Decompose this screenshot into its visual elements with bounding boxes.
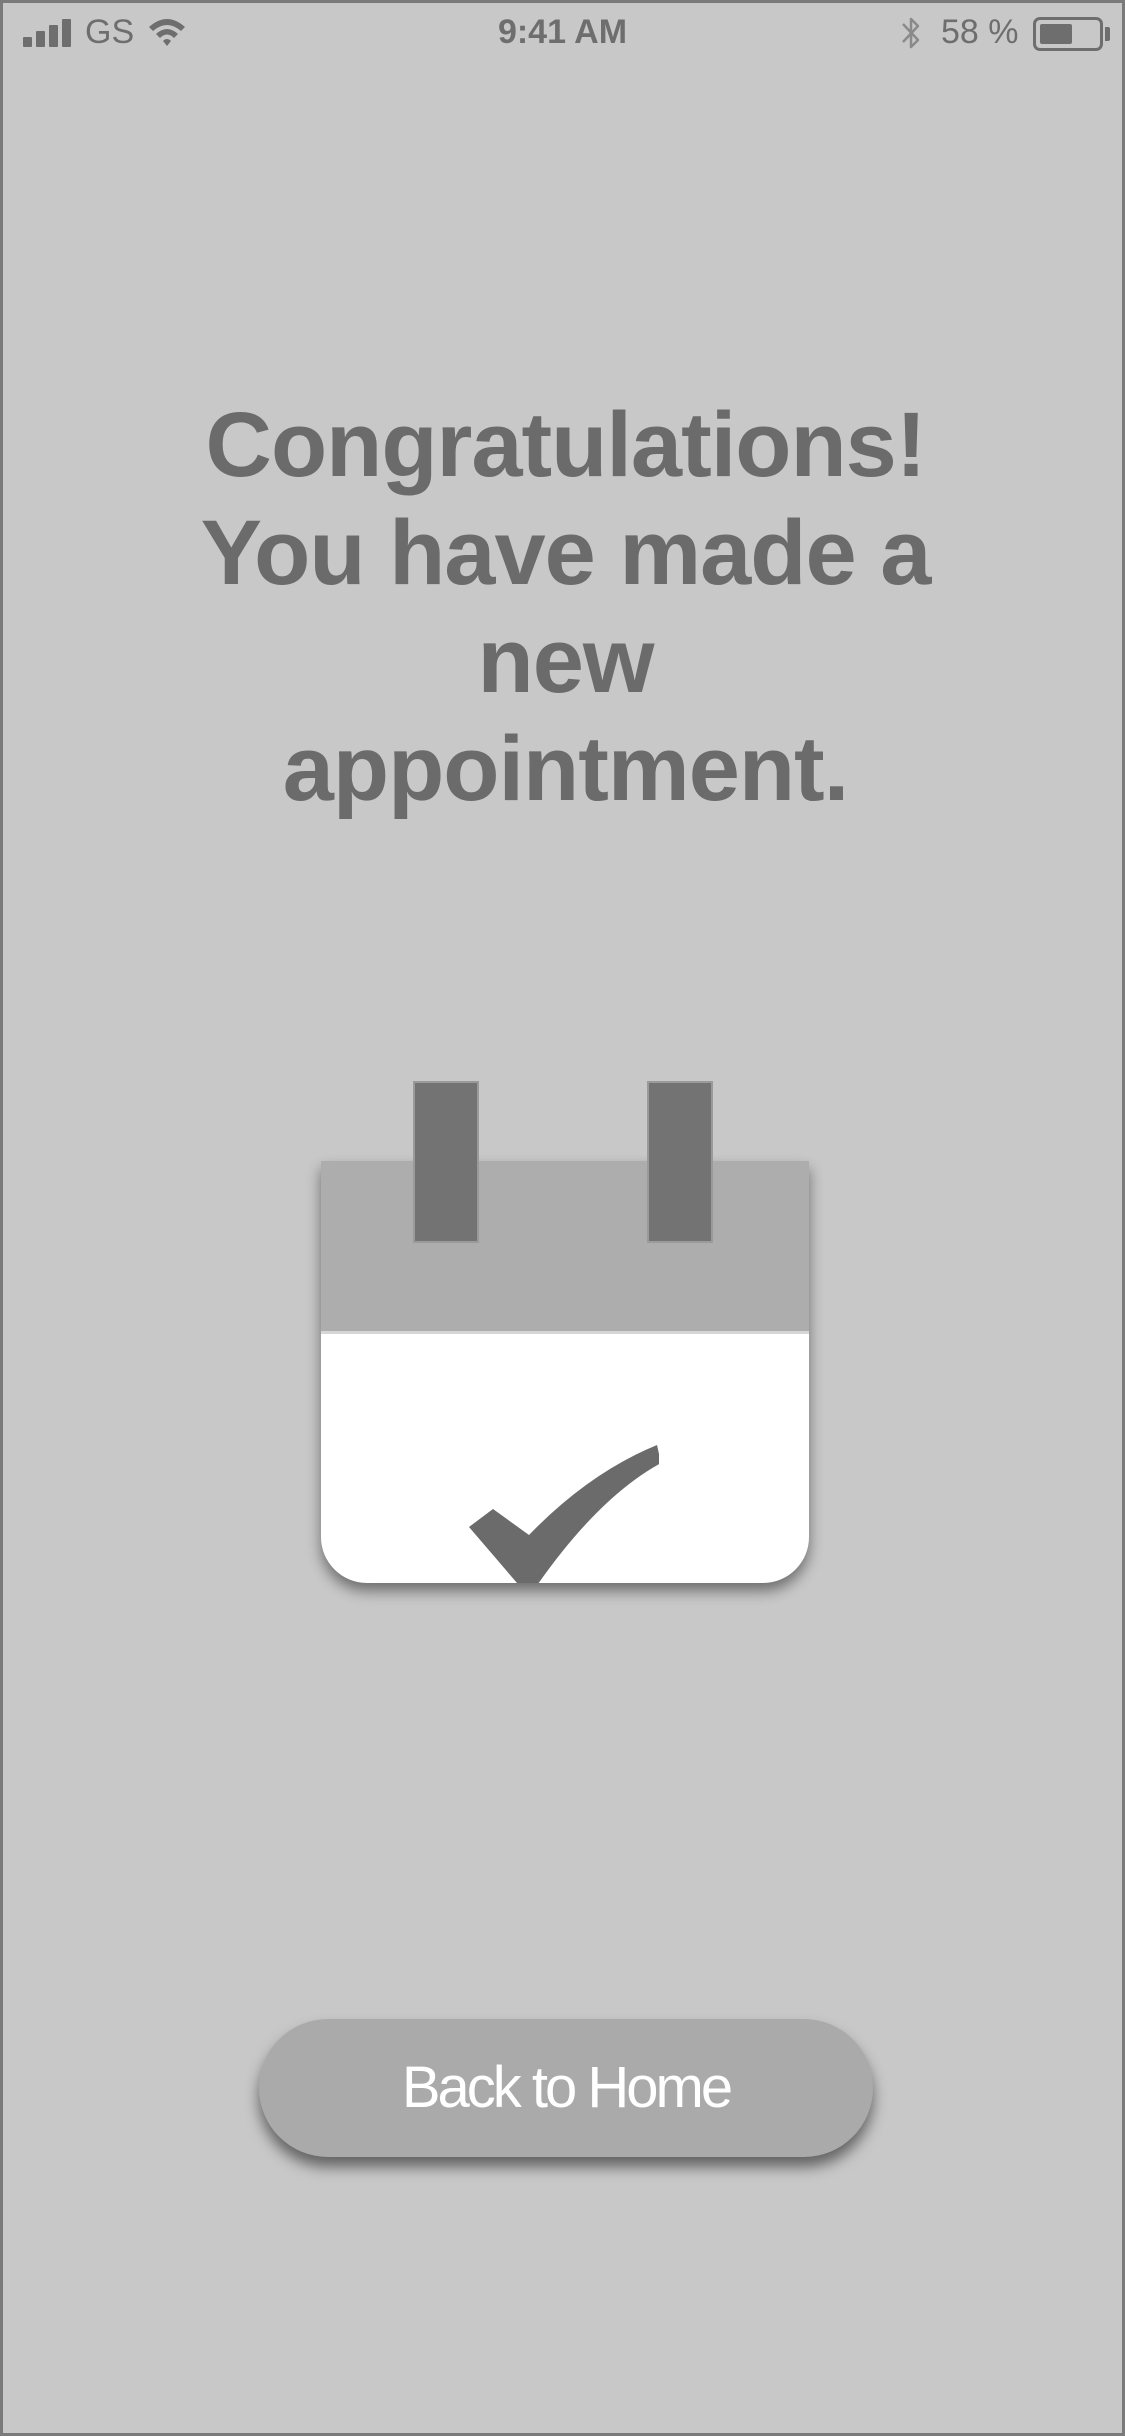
checkmark-icon [469, 1445, 659, 1583]
calendar-check-icon [321, 1081, 809, 1583]
battery-percent: 58 % [941, 13, 1019, 51]
calendar-header [321, 1161, 809, 1334]
confirmation-line-3: new [477, 610, 655, 712]
back-to-home-button[interactable]: Back to Home [259, 2019, 873, 2157]
confirmation-line-2: You have made a [200, 502, 932, 604]
confirmation-line-4: appointment. [282, 718, 850, 820]
confirmation-line-1: Congratulations! [205, 394, 927, 496]
calendar-ring-left [413, 1081, 479, 1243]
calendar-ring-right [647, 1081, 713, 1243]
battery-tip [1105, 27, 1110, 41]
confirmation-screen: GS 9:41 AM 58 % Congratulations! You hav… [0, 0, 1125, 2436]
confirmation-message: Congratulations! You have made a new app… [183, 391, 948, 823]
bluetooth-icon [902, 17, 920, 49]
status-bar: GS 9:41 AM 58 % [3, 3, 1122, 67]
battery-level-fill [1040, 24, 1072, 44]
calendar-body [321, 1161, 809, 1583]
battery-icon [1033, 17, 1103, 51]
